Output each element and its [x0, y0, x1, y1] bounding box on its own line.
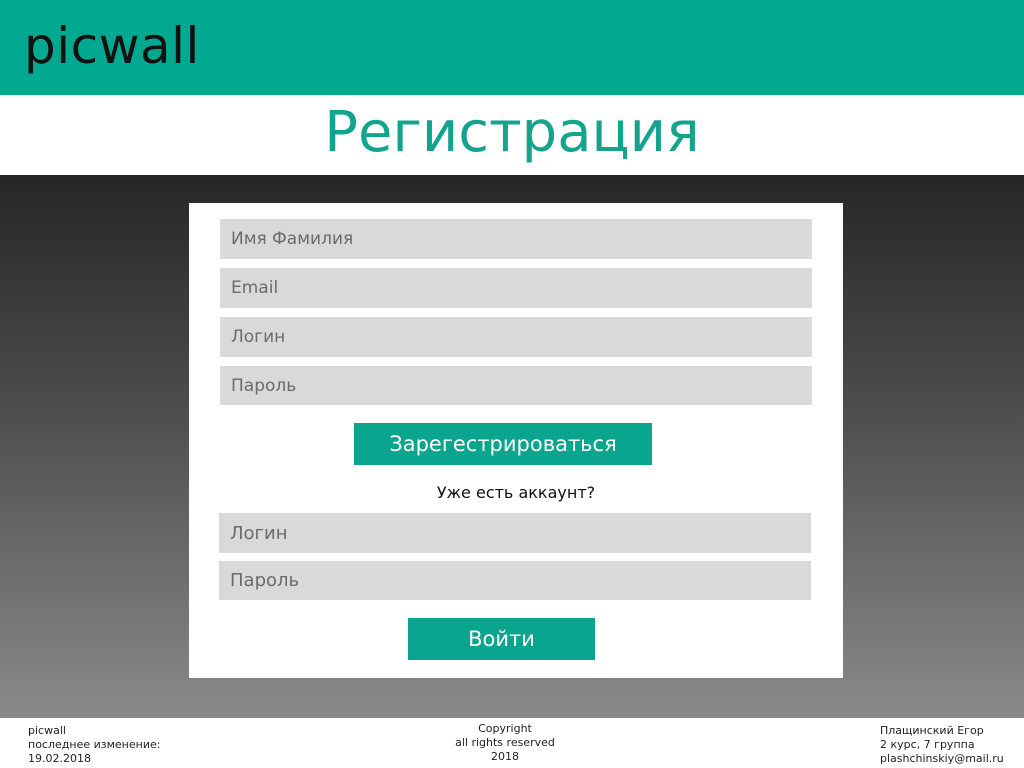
footer-author: Плащинский Егор 2 курс, 7 группа plashch…	[880, 724, 1004, 766]
footer-copyright-label: Copyright	[478, 722, 532, 735]
fullname-field[interactable]: Имя Фамилия	[220, 219, 812, 259]
footer: picwall последнее изменение: 19.02.2018 …	[0, 718, 1024, 768]
footer-author-name: Плащинский Егор	[880, 724, 984, 737]
login-password-placeholder: Пароль	[230, 570, 300, 591]
footer-year: 2018	[491, 750, 519, 763]
page-title: Регистрация	[324, 100, 700, 165]
login-password-field[interactable]: Пароль	[219, 561, 811, 600]
already-have-account-text: Уже есть аккаунт?	[436, 483, 596, 502]
footer-rights: all rights reserved	[455, 736, 555, 749]
form-card: Имя Фамилия Email Логин Пароль Зарегестр…	[189, 203, 843, 678]
register-button[interactable]: Зарегестрироваться	[354, 423, 652, 465]
register-password-field[interactable]: Пароль	[220, 366, 812, 405]
email-placeholder: Email	[231, 278, 279, 298]
footer-author-email[interactable]: plashchinskiy@mail.ru	[880, 752, 1004, 766]
email-field[interactable]: Email	[220, 268, 812, 308]
login-button[interactable]: Войти	[408, 618, 595, 660]
header-bar: picwall	[0, 0, 1024, 95]
site-logo[interactable]: picwall	[24, 14, 200, 78]
login-placeholder: Логин	[230, 522, 288, 544]
login-field[interactable]: Логин	[219, 513, 811, 553]
title-band: Регистрация	[0, 95, 1024, 175]
register-login-field[interactable]: Логин	[220, 317, 812, 357]
register-login-placeholder: Логин	[231, 327, 286, 347]
register-password-placeholder: Пароль	[231, 375, 297, 396]
fullname-placeholder: Имя Фамилия	[231, 229, 354, 249]
footer-copyright: Copyright all rights reserved 2018	[0, 722, 1010, 764]
footer-author-group: 2 курс, 7 группа	[880, 738, 975, 751]
